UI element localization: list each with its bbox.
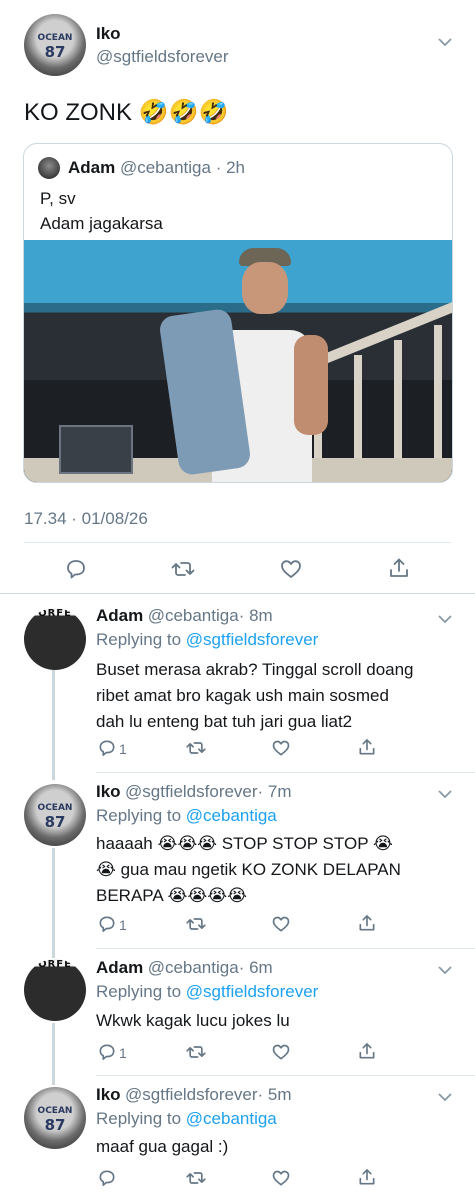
reply-count: 1 — [119, 741, 127, 757]
reply-avatar[interactable]: ORFE — [24, 608, 86, 670]
reply-author-handle[interactable]: @cebantiga — [148, 606, 239, 625]
retweet-icon[interactable] — [170, 557, 196, 581]
thread-line — [52, 670, 55, 780]
tweet-timestamp[interactable]: 17.34 · 01/08/26 — [24, 509, 148, 529]
author-name[interactable]: Iko — [96, 24, 121, 44]
reply-divider — [96, 948, 475, 949]
reply-text-line: haaaah 😭😭😭 STOP STOP STOP 😭 — [96, 834, 393, 853]
reply-text-line: Buset merasa akrab? Tinggal scroll doang — [96, 660, 414, 679]
quoted-tweet-card[interactable]: Adam @cebantiga · 2h P, sv Adam jagakars… — [23, 143, 453, 483]
chevron-down-icon[interactable] — [438, 790, 452, 799]
reply-text-line: BERAPA 😭😭😭😭 — [96, 886, 247, 905]
reply-divider — [96, 1075, 475, 1076]
avatar-jersey-text: OCEAN — [37, 1106, 73, 1116]
reply-avatar[interactable]: OCEAN 87 — [24, 1087, 86, 1149]
replying-to-link[interactable]: @sgtfieldsforever — [186, 630, 319, 649]
quoted-author-avatar — [38, 157, 60, 179]
reply-count: 1 — [119, 917, 127, 933]
replying-to-label: Replying to — [96, 806, 186, 825]
divider — [24, 542, 451, 543]
replying-to-label: Replying to — [96, 630, 186, 649]
avatar-jersey-text: OCEAN — [37, 803, 73, 813]
reply-text-line: maaf gua gagal :) — [96, 1137, 229, 1156]
heart-icon[interactable] — [271, 1168, 291, 1188]
reply-author-name[interactable]: Iko — [96, 1085, 121, 1104]
heart-icon[interactable] — [271, 738, 291, 758]
reply-author-handle[interactable]: @sgtfieldsforever — [125, 782, 258, 801]
replying-to-label: Replying to — [96, 982, 186, 1001]
reply-icon[interactable] — [97, 738, 117, 758]
reply-author-name[interactable]: Adam — [96, 958, 143, 977]
thread-line — [52, 848, 55, 958]
reply-text-line: 😭 gua mau ngetik KO ZONK DELAPAN — [96, 860, 401, 879]
avatar-text: ORFE — [38, 959, 72, 970]
chevron-down-icon[interactable] — [438, 966, 452, 975]
reply-icon[interactable] — [64, 557, 88, 581]
reply-text-line: ribet amat bro kagak ush main sosmed — [96, 686, 389, 705]
retweet-icon[interactable] — [185, 1042, 207, 1062]
quoted-text-line-1: P, sv — [40, 189, 76, 208]
reply-text-line: dah lu enteng bat tuh jari gua liat2 — [96, 712, 353, 731]
reply-time: · 7m — [257, 782, 292, 801]
section-divider — [0, 593, 475, 594]
thread-line — [52, 1023, 55, 1085]
reply-author-name[interactable]: Iko — [96, 782, 121, 801]
replying-to-link[interactable]: @cebantiga — [186, 806, 277, 825]
reply-time: · 5m — [257, 1085, 292, 1104]
replying-to-link[interactable]: @cebantiga — [186, 1109, 277, 1128]
replying-to-label: Replying to — [96, 1109, 186, 1128]
author-handle[interactable]: @sgtfieldsforever — [96, 47, 229, 67]
share-icon[interactable] — [357, 1167, 377, 1187]
author-avatar[interactable]: OCEAN 87 — [24, 14, 86, 76]
reply-avatar[interactable]: ORFE — [24, 959, 86, 1021]
avatar-jersey-number: 87 — [44, 813, 66, 831]
avatar-jersey-number: 87 — [44, 1116, 66, 1134]
quoted-time: · 2h — [215, 158, 245, 177]
reply-icon[interactable] — [97, 1042, 117, 1062]
avatar-text: ORFE — [38, 608, 72, 619]
tweet-text: KO ZONK 🤣🤣🤣 — [24, 99, 229, 126]
reply-icon[interactable] — [97, 914, 117, 934]
reply-divider — [96, 772, 475, 773]
share-icon[interactable] — [387, 556, 411, 580]
retweet-icon[interactable] — [185, 914, 207, 934]
reply-author-name[interactable]: Adam — [96, 606, 143, 625]
heart-icon[interactable] — [271, 1042, 291, 1062]
quoted-photo[interactable] — [24, 240, 452, 482]
reply-text-line: Wkwk kagak lucu jokes lu — [96, 1011, 290, 1030]
chevron-down-icon[interactable] — [438, 38, 452, 47]
quoted-author-handle: @cebantiga — [119, 158, 211, 177]
quoted-text-line-2: Adam jagakarsa — [40, 214, 163, 233]
reply-count: 1 — [119, 1045, 127, 1061]
share-icon[interactable] — [357, 1041, 377, 1061]
retweet-icon[interactable] — [185, 1168, 207, 1188]
share-icon[interactable] — [357, 913, 377, 933]
heart-icon[interactable] — [271, 914, 291, 934]
reply-author-handle[interactable]: @sgtfieldsforever — [125, 1085, 258, 1104]
replying-to-link[interactable]: @sgtfieldsforever — [186, 982, 319, 1001]
reply-time: · 8m — [238, 606, 273, 625]
reply-time: · 6m — [238, 958, 273, 977]
avatar-jersey-text: OCEAN — [37, 33, 73, 43]
chevron-down-icon[interactable] — [438, 615, 452, 624]
reply-avatar[interactable]: OCEAN 87 — [24, 784, 86, 846]
retweet-icon[interactable] — [185, 738, 207, 758]
reply-icon[interactable] — [97, 1168, 117, 1188]
chevron-down-icon[interactable] — [438, 1093, 452, 1102]
share-icon[interactable] — [357, 737, 377, 757]
reply-author-handle[interactable]: @cebantiga — [148, 958, 239, 977]
heart-icon[interactable] — [279, 557, 303, 581]
avatar-jersey-number: 87 — [44, 43, 66, 61]
quoted-author-name: Adam — [68, 158, 116, 177]
